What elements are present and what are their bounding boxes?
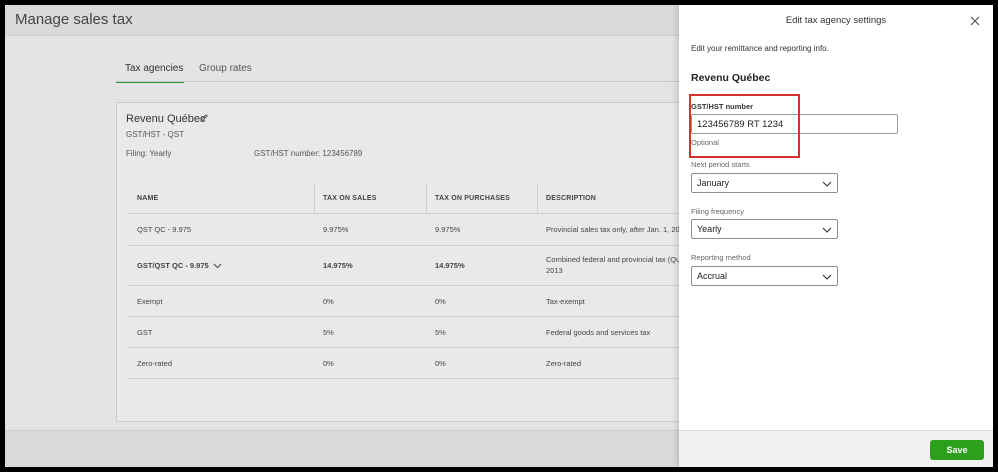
table-row[interactable]: Exempt 0% 0% Tax-exempt bbox=[127, 286, 697, 317]
chevron-down-icon bbox=[822, 181, 832, 187]
column-header-description: DESCRIPTION bbox=[546, 195, 597, 202]
filing-frequency-select[interactable]: Yearly bbox=[691, 219, 838, 239]
tax-on-sales: 14.975% bbox=[323, 261, 353, 270]
panel-footer: Save bbox=[679, 430, 993, 467]
chevron-down-icon[interactable] bbox=[213, 263, 222, 269]
tax-on-sales: 0% bbox=[323, 359, 334, 368]
app-window: Manage sales tax Tax agencies Group rate… bbox=[5, 5, 993, 467]
tax-on-purchases: 0% bbox=[435, 359, 446, 368]
rate-description: Zero-rated bbox=[546, 359, 582, 368]
tab-group-rates[interactable]: Group rates bbox=[199, 63, 252, 74]
column-divider bbox=[314, 183, 315, 214]
table-row[interactable]: GST/QST QC - 9.975 14.975% 14.975% Combi… bbox=[127, 246, 697, 286]
next-period-select[interactable]: January bbox=[691, 173, 838, 193]
gst-number-helper: Optional bbox=[691, 138, 719, 147]
pencil-icon[interactable] bbox=[199, 113, 209, 123]
panel-title: Edit tax agency settings bbox=[785, 15, 887, 26]
rate-description: Federal goods and services tax bbox=[546, 328, 651, 337]
tax-on-sales: 9.975% bbox=[323, 225, 349, 234]
table-row[interactable]: GST 5% 5% Federal goods and services tax bbox=[127, 317, 697, 348]
table-header-row: NAME TAX ON SALES TAX ON PURCHASES DESCR… bbox=[127, 183, 697, 214]
column-divider bbox=[537, 183, 538, 214]
chevron-down-icon bbox=[822, 274, 832, 280]
tabs-divider bbox=[116, 81, 686, 82]
chevron-down-icon bbox=[822, 227, 832, 233]
tax-on-purchases: 14.975% bbox=[435, 261, 465, 270]
page-title: Manage sales tax bbox=[15, 11, 133, 28]
column-header-tax-on-sales: TAX ON SALES bbox=[323, 195, 377, 202]
agency-card: Revenu Québec GST/HST - QST Filing: Year… bbox=[116, 102, 697, 422]
reporting-method-label: Reporting method bbox=[691, 253, 751, 262]
column-header-tax-on-purchases: TAX ON PURCHASES bbox=[435, 195, 511, 202]
rate-name: Exempt bbox=[137, 297, 163, 306]
rate-description: Combined federal and provincial tax (Que bbox=[546, 255, 685, 264]
panel-subtitle: Edit your remittance and reporting info. bbox=[691, 44, 829, 53]
agency-type: GST/HST - QST bbox=[126, 130, 185, 139]
column-divider bbox=[426, 183, 427, 214]
tax-on-purchases: 5% bbox=[435, 328, 446, 337]
next-period-value: January bbox=[697, 178, 730, 188]
next-period-label: Next period starts bbox=[691, 160, 750, 169]
rate-name: GST bbox=[137, 328, 153, 337]
table-row[interactable]: QST QC - 9.975 9.975% 9.975% Provincial … bbox=[127, 214, 697, 246]
column-header-name: NAME bbox=[137, 195, 159, 202]
rate-name: GST/QST QC - 9.975 bbox=[137, 261, 209, 270]
reporting-method-select[interactable]: Accrual bbox=[691, 266, 838, 286]
tax-on-sales: 5% bbox=[323, 328, 334, 337]
filing-info: Filing: Yearly bbox=[126, 149, 172, 158]
tab-tax-agencies[interactable]: Tax agencies bbox=[125, 63, 183, 74]
filing-frequency-value: Yearly bbox=[697, 224, 722, 234]
rate-description: Provincial sales tax only, after Jan. 1,… bbox=[546, 225, 689, 234]
tax-on-sales: 0% bbox=[323, 297, 334, 306]
gst-number-input[interactable] bbox=[691, 114, 898, 134]
table-row[interactable]: Zero-rated 0% 0% Zero-rated bbox=[127, 348, 697, 379]
rate-name: QST QC - 9.975 bbox=[137, 225, 192, 234]
filing-frequency-label: Filing frequency bbox=[691, 207, 744, 216]
tax-on-purchases: 0% bbox=[435, 297, 446, 306]
close-icon[interactable] bbox=[969, 15, 981, 27]
save-button[interactable]: Save bbox=[930, 440, 984, 460]
agency-name: Revenu Québec bbox=[126, 113, 206, 125]
tax-on-purchases: 9.975% bbox=[435, 225, 461, 234]
gst-number-label: GST/HST number bbox=[691, 102, 754, 111]
edit-tax-agency-panel: Edit tax agency settings Edit your remit… bbox=[679, 5, 993, 467]
rate-description: Tax-exempt bbox=[546, 297, 585, 306]
gst-number-info: GST/HST number: 123456789 bbox=[254, 149, 363, 158]
reporting-method-value: Accrual bbox=[697, 271, 728, 281]
rate-name: Zero-rated bbox=[137, 359, 173, 368]
rate-description-line-2: 2013 bbox=[546, 266, 563, 275]
panel-agency-name: Revenu Québec bbox=[691, 72, 771, 84]
